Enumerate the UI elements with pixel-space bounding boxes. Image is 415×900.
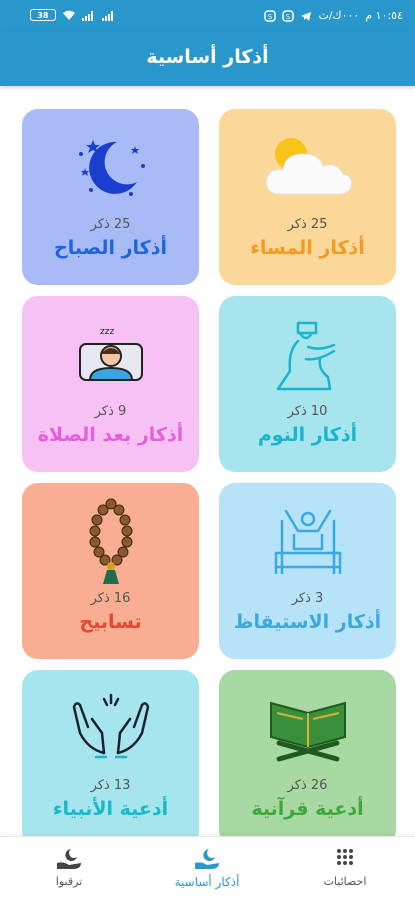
card-tasbeeh[interactable]: 16 ذكر تسابيح [22,483,199,659]
card-waking-adhkar[interactable]: 3 ذكر أذكار الاستيقاظ [219,483,396,659]
hand-moon-icon [138,847,276,871]
app-notification-icon-2: S [282,9,295,22]
hand-moon-icon [0,847,138,871]
card-count: 16 ذكر [90,591,131,606]
card-count: 3 ذكر [291,591,324,606]
card-quranic-duas[interactable]: 26 ذكر أدعية قرآنية [219,670,396,846]
nav-coming-soon[interactable]: ترقبوا [0,837,138,900]
moon-stars-icon [22,127,199,207]
waking-up-bed-icon [219,501,396,581]
card-morning-adhkar[interactable]: 25 ذكر أذكار الصباح [22,109,199,285]
sun-cloud-icon [219,127,396,207]
battery-icon: 38 [30,9,56,21]
app-header: أذكار أساسية [0,32,415,86]
card-count: 25 ذكر [287,217,328,232]
nav-label: ترقبوا [55,875,83,888]
svg-text:S: S [268,13,273,21]
network-speed: ٠٠٠ك/ث [318,9,360,22]
card-count: 9 ذكر [94,404,127,419]
card-title: أذكار النوم [257,424,358,446]
status-right: S S ٠٠٠ك/ث ١٠:٥٤ م [264,9,403,22]
card-evening-adhkar[interactable]: 25 ذكر أذكار المساء [219,109,396,285]
quran-stand-icon [219,688,396,768]
signal-icon [82,10,93,21]
nav-label: أذكار أساسية [174,875,240,889]
card-title: تسابيح [79,611,142,633]
card-count: 25 ذكر [90,217,131,232]
categories-grid: 25 ذكر أذكار المساء 25 ذكر أذكار الصباح [0,86,415,846]
svg-text:S: S [286,13,291,21]
praying-hands-icon [22,688,199,768]
card-prophets-duas[interactable]: 13 ذكر أدعية الأنبياء [22,670,199,846]
card-sleep-adhkar[interactable]: 10 ذكر أذكار النوم [219,296,396,472]
signal-icon-2 [102,10,113,21]
card-title: أدعية قرآنية [251,798,364,820]
card-title: أذكار المساء [250,237,365,259]
status-time: ١٠:٥٤ م [365,9,403,22]
grid-dots-icon [276,847,414,871]
status-left-icons: 38 [30,9,116,21]
nav-basic-adhkar[interactable]: أذكار أساسية [138,837,276,900]
nav-label: احصائيات [323,875,367,888]
card-title: أذكار الاستيقاظ [233,611,382,633]
card-title: أذكار الصباح [54,237,167,259]
card-title: أدعية الأنبياء [52,798,169,820]
battery-level: 38 [37,10,49,20]
page-title: أذكار أساسية [146,46,269,68]
telegram-icon [301,11,312,21]
nav-statistics[interactable]: احصائيات [276,837,414,900]
wifi-icon [63,10,75,20]
card-count: 13 ذكر [90,778,131,793]
card-after-prayer-adhkar[interactable]: zzz 9 ذكر أذكار بعد الصلاة [22,296,199,472]
card-count: 26 ذكر [287,778,328,793]
svg-text:zzz: zzz [100,327,114,337]
app-notification-icon: S [264,9,277,22]
bottom-navigation: احصائيات أذكار أساسية ترقبوا [0,836,415,900]
status-bar: 38 S S ٠٠٠ك/ث ١٠:٥٤ م [0,0,415,32]
card-title: أذكار بعد الصلاة [37,424,184,446]
praying-man-icon [219,314,396,394]
sleeping-person-icon: zzz [22,314,199,394]
prayer-beads-icon [22,498,199,584]
card-count: 10 ذكر [287,404,328,419]
